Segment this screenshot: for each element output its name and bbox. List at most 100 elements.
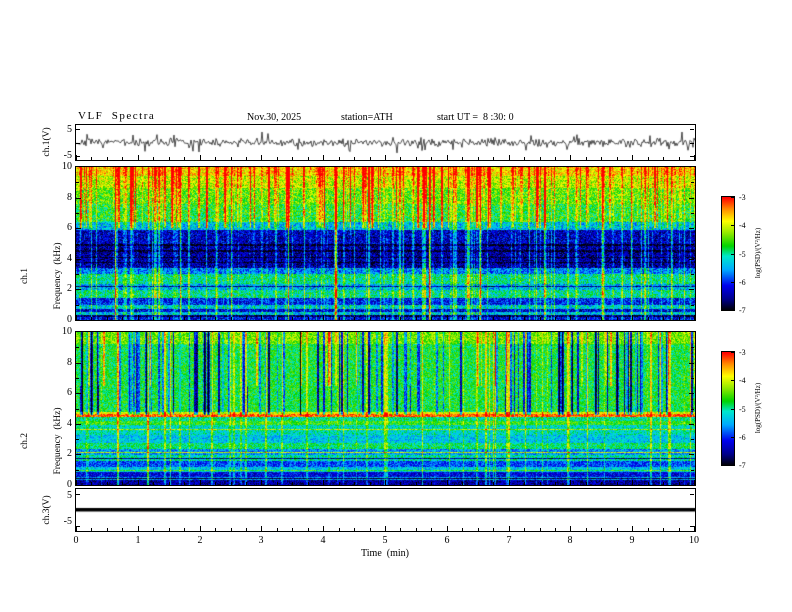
x-minor-tick-mark [524,528,525,531]
x-tick-mark [323,315,324,320]
colorbar-tick-label: -3 [739,348,746,357]
x-minor-tick-mark [478,157,479,160]
y-tick-mark [689,454,694,455]
y-tick-label: 10 [62,161,72,172]
y-tick-mark [76,274,79,275]
x-tick-mark [632,480,633,485]
x-minor-tick-mark [400,317,401,320]
x-minor-tick-mark [215,528,216,531]
x-tick-mark [632,155,633,160]
x-minor-tick-mark [184,482,185,485]
ch2-spectrogram-panel [75,331,696,486]
x-minor-tick-mark [400,528,401,531]
x-minor-tick-mark [246,157,247,160]
x-minor-tick-mark [540,528,541,531]
x-minor-tick-mark [246,317,247,320]
ch1-spec-channel-label: ch.1 [20,267,30,285]
x-minor-tick-mark [308,528,309,531]
x-minor-tick-mark [431,317,432,320]
y-tick-mark [76,510,80,511]
x-minor-tick-mark [540,317,541,320]
y-tick-mark [76,244,79,245]
y-tick-label: 0 [67,479,72,490]
x-tick-mark [694,480,695,485]
x-minor-tick-mark [462,528,463,531]
x-minor-tick-mark [617,157,618,160]
x-minor-tick-mark [601,482,602,485]
x-minor-tick-mark [679,157,680,160]
x-minor-tick-mark [231,157,232,160]
y-tick-mark [76,213,79,214]
x-tick-label: 2 [197,535,203,546]
x-minor-tick-mark [431,157,432,160]
ch1-wave-ytick-top: 5 [67,124,72,135]
x-tick-mark [570,155,571,160]
ch3-waveform-canvas [76,489,695,531]
x-minor-tick-mark [91,482,92,485]
x-minor-tick-mark [277,157,278,160]
x-tick-mark [323,155,324,160]
x-minor-tick-mark [308,482,309,485]
y-tick-mark [76,409,79,410]
y-tick-mark [691,305,694,306]
x-minor-tick-mark [169,317,170,320]
x-minor-tick-mark [91,528,92,531]
x-tick-mark [138,526,139,531]
y-tick-mark [691,378,694,379]
colorbar-ch1-label: log(PSD)/(V²/Hz) [754,227,762,279]
x-minor-tick-mark [648,482,649,485]
x-minor-tick-mark [339,528,340,531]
x-minor-tick-mark [169,482,170,485]
y-tick-mark [691,213,694,214]
x-minor-tick-mark [648,528,649,531]
colorbar-ch2-label: log(PSD)/(V²/Hz) [754,382,762,434]
x-axis-title: Time (min) [361,548,409,559]
x-tick-mark [570,526,571,531]
x-tick-mark [385,155,386,160]
x-minor-tick-mark [679,317,680,320]
x-minor-tick-mark [292,157,293,160]
x-minor-tick-mark [416,528,417,531]
y-tick-mark [76,494,80,495]
x-minor-tick-mark [231,317,232,320]
y-tick-mark [76,454,81,455]
x-minor-tick-mark [555,317,556,320]
x-minor-tick-mark [524,157,525,160]
y-tick-mark [689,363,694,364]
colorbar-tick-label: -4 [739,376,746,385]
x-minor-tick-mark [184,157,185,160]
y-tick-mark [690,156,694,157]
x-minor-tick-mark [292,528,293,531]
x-minor-tick-mark [91,317,92,320]
colorbar-tick-mark [731,282,734,283]
y-tick-mark [76,347,79,348]
colorbar-tick-mark [731,352,734,353]
x-minor-tick-mark [478,482,479,485]
x-minor-tick-mark [153,317,154,320]
colorbar-tick-label: -7 [739,461,746,470]
x-minor-tick-mark [277,528,278,531]
x-minor-tick-mark [122,528,123,531]
x-minor-tick-mark [277,317,278,320]
colorbar-tick-mark [731,254,734,255]
y-tick-mark [76,305,79,306]
x-tick-mark [570,480,571,485]
y-tick-mark [691,409,694,410]
x-minor-tick-mark [524,317,525,320]
x-tick-mark [694,155,695,160]
x-minor-tick-mark [540,482,541,485]
x-minor-tick-mark [493,157,494,160]
y-tick-mark [689,393,694,394]
colorbar-tick-label: -4 [739,221,746,230]
y-tick-mark [690,510,694,511]
x-minor-tick-mark [431,482,432,485]
x-tick-mark [323,526,324,531]
y-tick-mark [690,129,694,130]
plot-start-ut: start UT = 8 :30: 0 [437,112,514,123]
y-tick-mark [76,182,79,183]
y-tick-mark [76,156,80,157]
x-tick-mark [261,315,262,320]
x-tick-label: 1 [135,535,141,546]
x-minor-tick-mark [354,317,355,320]
y-tick-mark [76,526,80,527]
